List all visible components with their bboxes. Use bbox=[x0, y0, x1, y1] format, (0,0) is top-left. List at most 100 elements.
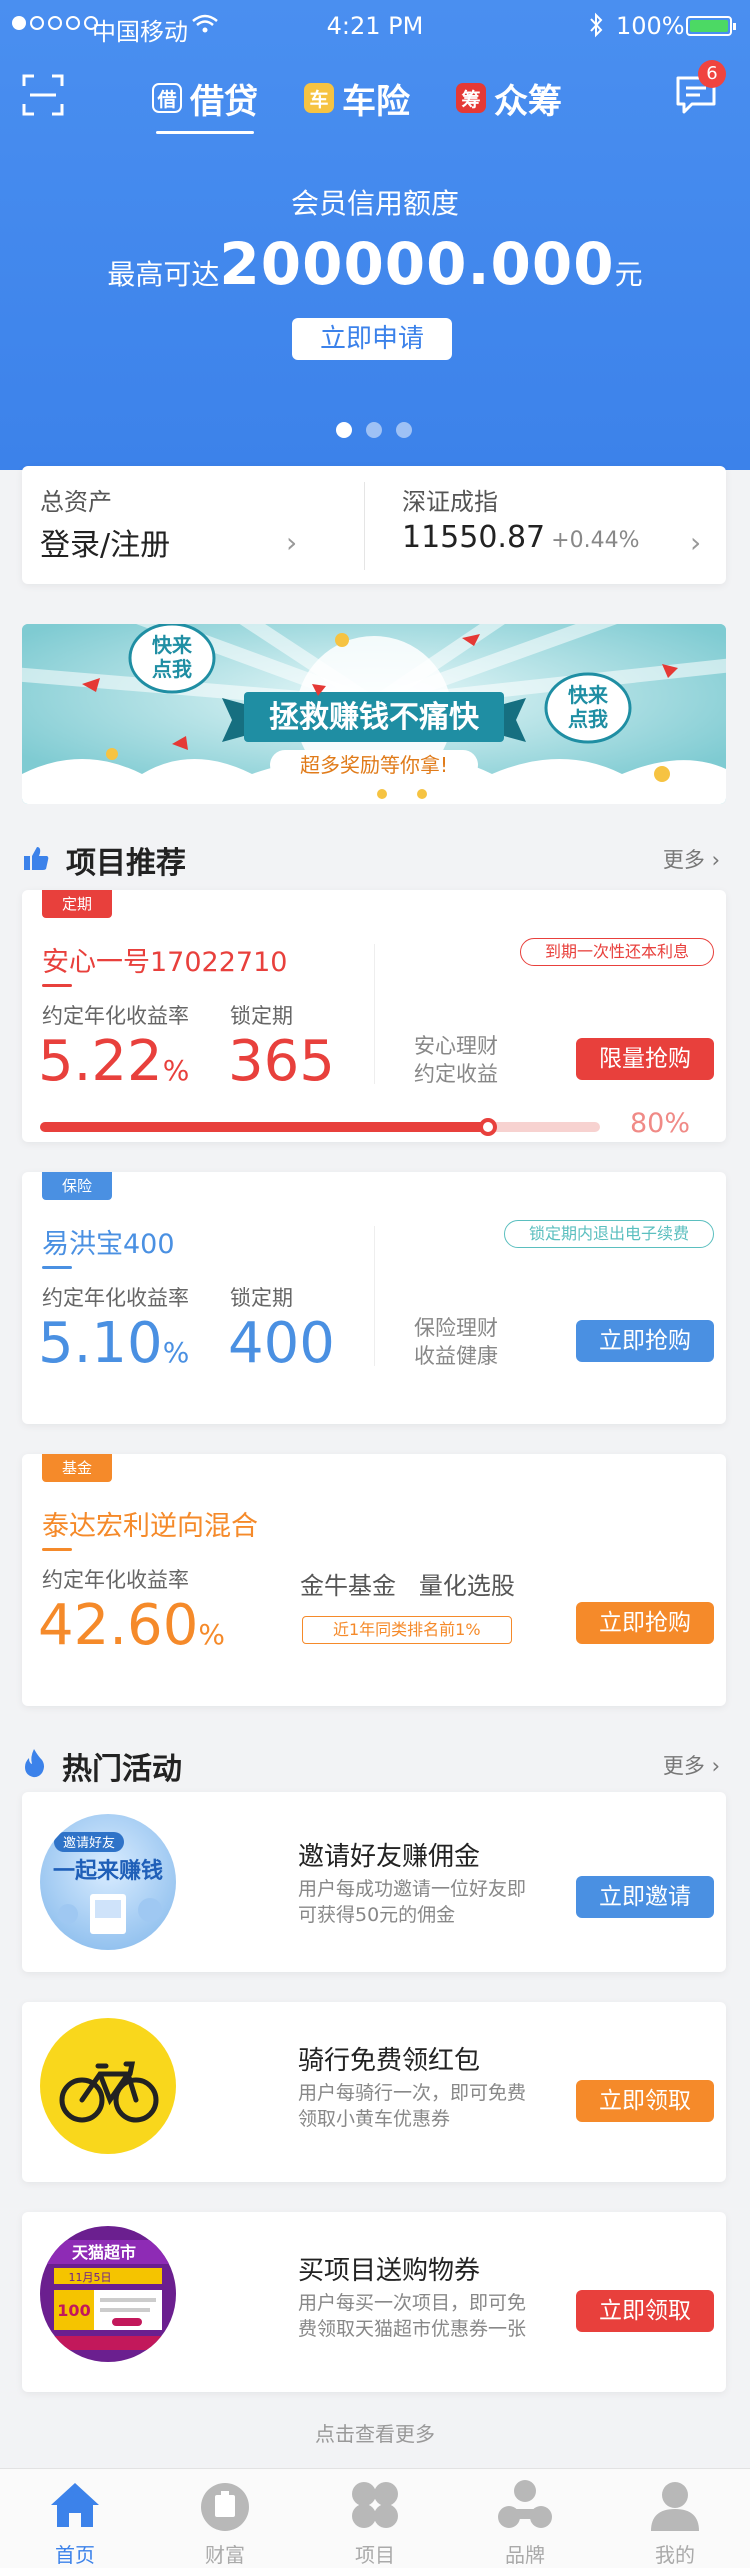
tab-crowdfunding[interactable]: 筹 众筹 bbox=[456, 70, 562, 126]
claim-button[interactable]: 立即领取 bbox=[576, 2080, 714, 2122]
hero-banner: 中国移动 4:21 PM 100% 借 借贷 车 车险 筹 众筹 6 会员信用额… bbox=[0, 0, 750, 470]
claim-button[interactable]: 立即领取 bbox=[576, 2290, 714, 2332]
bubble-right: 快来 点我 bbox=[544, 672, 632, 744]
index-value: 11550.87 bbox=[402, 520, 546, 555]
carousel-dots[interactable] bbox=[336, 422, 412, 438]
rate-label: 约定年化收益率 bbox=[42, 1286, 189, 1310]
battery-percent: 100% bbox=[616, 12, 685, 40]
product-tag: 基金 bbox=[42, 1454, 113, 1482]
tab-label: 借贷 bbox=[190, 81, 258, 122]
product-pill: 锁定期内退出电子续费 bbox=[503, 1220, 714, 1248]
view-more-link[interactable]: 点击查看更多 bbox=[0, 2418, 750, 2447]
buy-button[interactable]: 立即抢购 bbox=[576, 1602, 714, 1644]
tmall-picture: 天猫超市 11月5日 100 bbox=[40, 2226, 176, 2362]
tabbar-profile[interactable]: 我的 bbox=[600, 2469, 750, 2568]
activity-desc: 用户每骑行一次，即可免费领取小黄车优惠券 bbox=[298, 2082, 527, 2130]
tabbar-label: 品牌 bbox=[505, 2543, 545, 2567]
credit-amount-line: 最高可达200000.000元 bbox=[0, 230, 750, 298]
progress-text: 80% bbox=[630, 1108, 691, 1139]
asset-card: 总资产 登录/注册 › 深证成指 11550.87 +0.44% › bbox=[22, 466, 726, 584]
svg-text:快来: 快来 bbox=[568, 683, 609, 707]
period-value: 365 bbox=[228, 1029, 335, 1094]
total-assets-label: 总资产 bbox=[40, 488, 112, 516]
profile-icon bbox=[651, 2482, 699, 2531]
product-card[interactable]: 定期 安心一号17022710 约定年化收益率 锁定期 5.22% 365 安心… bbox=[22, 890, 726, 1142]
buy-button[interactable]: 立即抢购 bbox=[576, 1320, 714, 1362]
activities-title: 热门活动 bbox=[62, 1752, 182, 1787]
svg-text:100: 100 bbox=[57, 2301, 90, 2320]
product-card[interactable]: 基金 泰达宏利逆向混合 约定年化收益率 42.60% 金牛基金 量化选股 近1年… bbox=[22, 1454, 726, 1706]
tabbar-label: 我的 bbox=[655, 2543, 695, 2567]
bottom-tab-bar: 首页 财富 项目 品牌 我的 bbox=[0, 2468, 750, 2568]
activity-title: 买项目送购物券 bbox=[298, 2256, 481, 2286]
tabbar-label: 项目 bbox=[355, 2543, 395, 2567]
category-tabs: 借 借贷 车 车险 筹 众筹 bbox=[152, 70, 562, 134]
product-desc: 保险理财 收益健康 bbox=[414, 1316, 498, 1368]
index-label: 深证成指 bbox=[402, 488, 498, 516]
message-button[interactable]: 6 bbox=[674, 60, 726, 116]
promo-banner[interactable]: 拯救赚钱不痛快 超多奖励等你拿! 快来 点我 快来 点我 bbox=[22, 624, 726, 804]
svg-text:一起来赚钱: 一起来赚钱 bbox=[53, 1858, 163, 1884]
index-change: +0.44% bbox=[551, 528, 640, 553]
credit-prefix: 最高可达 bbox=[107, 258, 220, 291]
fund-features: 金牛基金 量化选股 bbox=[300, 1572, 515, 1600]
bubble-left: 快来 点我 bbox=[128, 624, 216, 694]
tabbar-home[interactable]: 首页 bbox=[0, 2469, 150, 2568]
invite-button[interactable]: 立即邀请 bbox=[576, 1876, 714, 1918]
home-icon bbox=[51, 2483, 99, 2527]
period-value: 400 bbox=[228, 1311, 335, 1376]
activity-title: 邀请好友赚佣金 bbox=[298, 1842, 481, 1872]
wealth-icon bbox=[201, 2483, 249, 2531]
activity-card[interactable]: 天猫超市 11月5日 100 买项目送购物券 用户每买一次项目，即可免费领取天猫… bbox=[22, 2212, 726, 2392]
tab-loan[interactable]: 借 借贷 bbox=[152, 70, 258, 134]
svg-text:邀请好友: 邀请好友 bbox=[63, 1835, 115, 1851]
promo-sub-text: 超多奖励等你拿! bbox=[300, 753, 448, 777]
scan-icon[interactable] bbox=[22, 74, 64, 116]
activity-card[interactable]: 骑行免费领红包 用户每骑行一次，即可免费领取小黄车优惠券 立即领取 bbox=[22, 2002, 726, 2182]
product-name: 易洪宝400 bbox=[42, 1229, 175, 1260]
credit-amount: 200000.000 bbox=[219, 230, 615, 298]
tab-car-insurance[interactable]: 车 车险 bbox=[304, 70, 410, 126]
credit-title: 会员信用额度 bbox=[290, 187, 459, 220]
progress-fill bbox=[40, 1122, 488, 1132]
rate-label: 约定年化收益率 bbox=[42, 1568, 189, 1592]
divider bbox=[374, 1226, 375, 1366]
tabbar-brand[interactable]: 品牌 bbox=[450, 2469, 600, 2568]
loan-icon: 借 bbox=[152, 83, 182, 113]
apply-button[interactable]: 立即申请 bbox=[292, 318, 452, 360]
projects-more-link[interactable]: 更多 › bbox=[663, 844, 720, 874]
activity-title: 骑行免费领红包 bbox=[298, 2046, 481, 2076]
svg-text:天猫超市: 天猫超市 bbox=[72, 2243, 136, 2262]
activities-header: 热门活动 更多 › bbox=[22, 1744, 726, 1787]
product-tag: 定期 bbox=[42, 890, 113, 918]
chevron-right-icon: › bbox=[286, 526, 298, 559]
progress-track bbox=[40, 1122, 600, 1132]
divider bbox=[364, 482, 365, 570]
car-icon: 车 bbox=[304, 83, 334, 113]
fund-rank-pill: 近1年同类排名前1% bbox=[302, 1616, 512, 1644]
product-tag: 保险 bbox=[42, 1172, 113, 1200]
product-underline bbox=[42, 984, 72, 987]
message-badge: 6 bbox=[698, 60, 726, 88]
chevron-right-icon: › bbox=[690, 526, 702, 559]
total-assets[interactable]: 总资产 登录/注册 › bbox=[22, 466, 362, 584]
buy-button[interactable]: 限量抢购 bbox=[576, 1038, 714, 1080]
tabbar-wealth[interactable]: 财富 bbox=[150, 2469, 300, 2568]
login-register-link[interactable]: 登录/注册 bbox=[40, 520, 170, 564]
rate-value: 5.10% bbox=[38, 1311, 190, 1376]
tabbar-project[interactable]: 项目 bbox=[300, 2469, 450, 2568]
activity-card[interactable]: 邀请好友 一起来赚钱 邀请好友赚佣金 用户每成功邀请一位好友即可获得50元的佣金… bbox=[22, 1792, 726, 1972]
product-name: 安心一号17022710 bbox=[42, 947, 288, 978]
index-quote[interactable]: 深证成指 11550.87 +0.44% › bbox=[384, 466, 724, 584]
index-value-line: 11550.87 +0.44% bbox=[402, 520, 639, 555]
tab-label: 车险 bbox=[342, 81, 410, 122]
product-card[interactable]: 保险 易洪宝400 约定年化收益率 锁定期 5.10% 400 保险理财 收益健康… bbox=[22, 1172, 726, 1424]
fire-icon bbox=[25, 1749, 44, 1778]
svg-text:点我: 点我 bbox=[568, 707, 608, 731]
svg-text:11月5日: 11月5日 bbox=[69, 2271, 112, 2284]
activities-more-link[interactable]: 更多 › bbox=[663, 1750, 720, 1780]
credit-suffix: 元 bbox=[614, 258, 643, 291]
projects-title: 项目推荐 bbox=[66, 846, 186, 881]
period-label: 锁定期 bbox=[230, 1004, 293, 1028]
bluetooth-icon bbox=[588, 12, 604, 44]
